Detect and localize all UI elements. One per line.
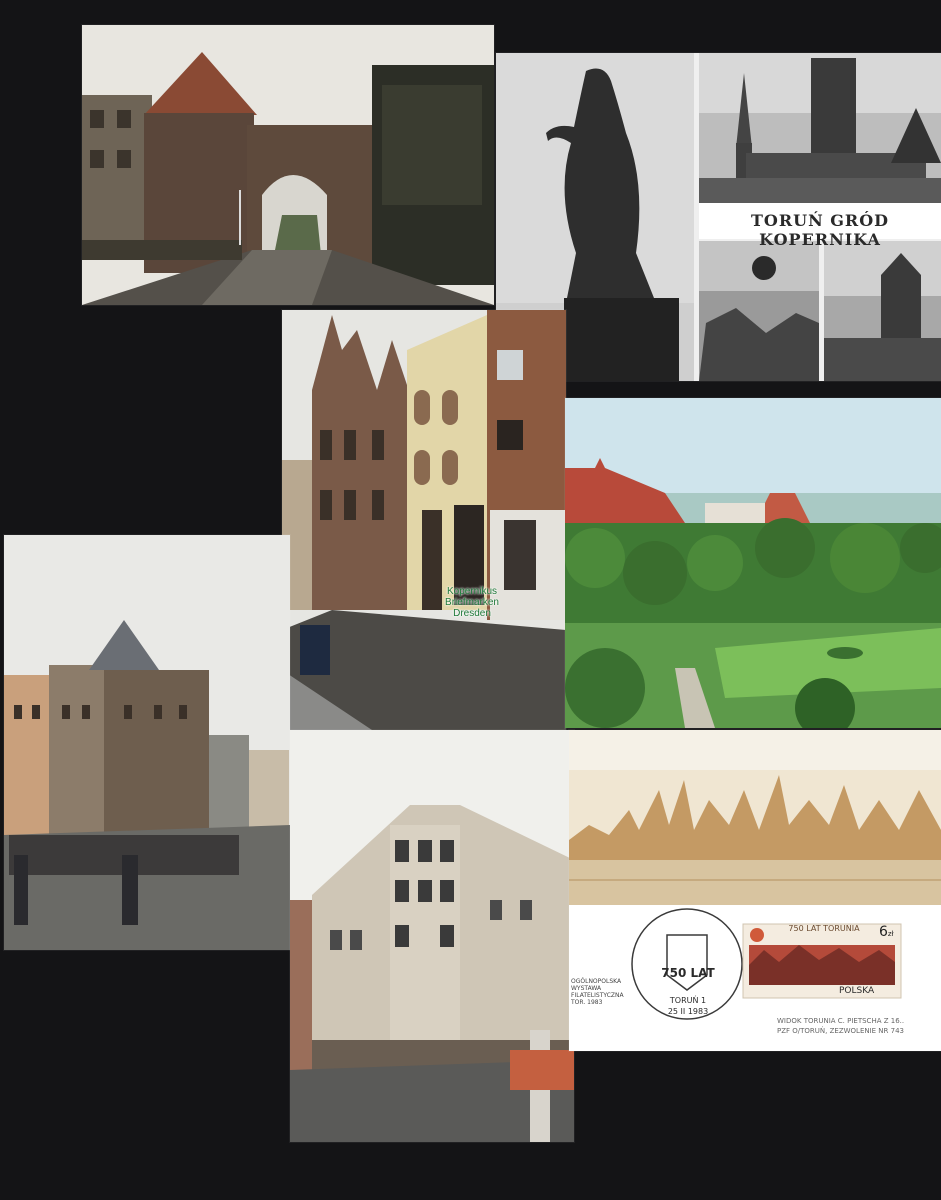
stamp-value-number: 6 (879, 924, 888, 940)
gate-tower-image (82, 25, 494, 305)
photo-corner-building (290, 730, 574, 1142)
park-aerial-image (565, 398, 941, 728)
photo-gothic-street: Kopernikus Briefmarken Dresden (282, 310, 566, 730)
gothic-street-image (282, 310, 566, 730)
postcard-title: TORUŃ GRÓD KOPERNIKA (750, 211, 890, 249)
side-text-3: FILATELISTYCZNA (571, 992, 624, 999)
photo-park-aerial (565, 398, 941, 728)
photo-panorama-souvenir: 750 LAT TORUNIA 6zł POLSKA 750 LAT TORUŃ… (569, 730, 941, 1051)
stamp-value: 6zł (879, 924, 894, 940)
postmark-city: TORUŃ 1 (669, 996, 707, 1005)
souvenir-caption: WIDOK TORUNIA C. PIETSCHA Z 16.. PZF O/T… (777, 1016, 941, 1036)
watermark-line-1: Kopernikus (446, 586, 498, 597)
postmark-big: 750 LAT (661, 966, 715, 980)
side-text-1: OGÓLNOPOLSKA (571, 978, 622, 985)
market-square-image (4, 535, 290, 950)
postmark-date: 25 II 1983 (667, 1007, 709, 1016)
side-text-2: WYSTAWA (571, 985, 602, 992)
photo-gate-tower (82, 25, 494, 305)
souvenir-caption-line-1: WIDOK TORUNIA C. PIETSCHA Z 16.. (777, 1017, 905, 1025)
watermark-line-2: Briefmarken (445, 597, 499, 608)
side-text: OGÓLNOPOLSKA WYSTAWA FILATELISTYCZNA TOR… (571, 978, 624, 1006)
stamp-top-text: 750 LAT TORUNIA (788, 924, 860, 933)
watermark-line-3: Dresden (453, 608, 491, 619)
watermark: Kopernikus Briefmarken Dresden (432, 586, 512, 619)
photo-market-square (4, 535, 290, 950)
panorama-souvenir-image (569, 730, 941, 1051)
stamp-country: POLSKA (839, 986, 875, 996)
souvenir-caption-line-2: PZF O/TORUŃ, ZEZWOLENIE NR 743 (777, 1027, 904, 1035)
side-text-4: TOR. 1983 (571, 999, 603, 1006)
corner-building-image (290, 730, 574, 1142)
stamp-value-unit: zł (887, 930, 894, 938)
